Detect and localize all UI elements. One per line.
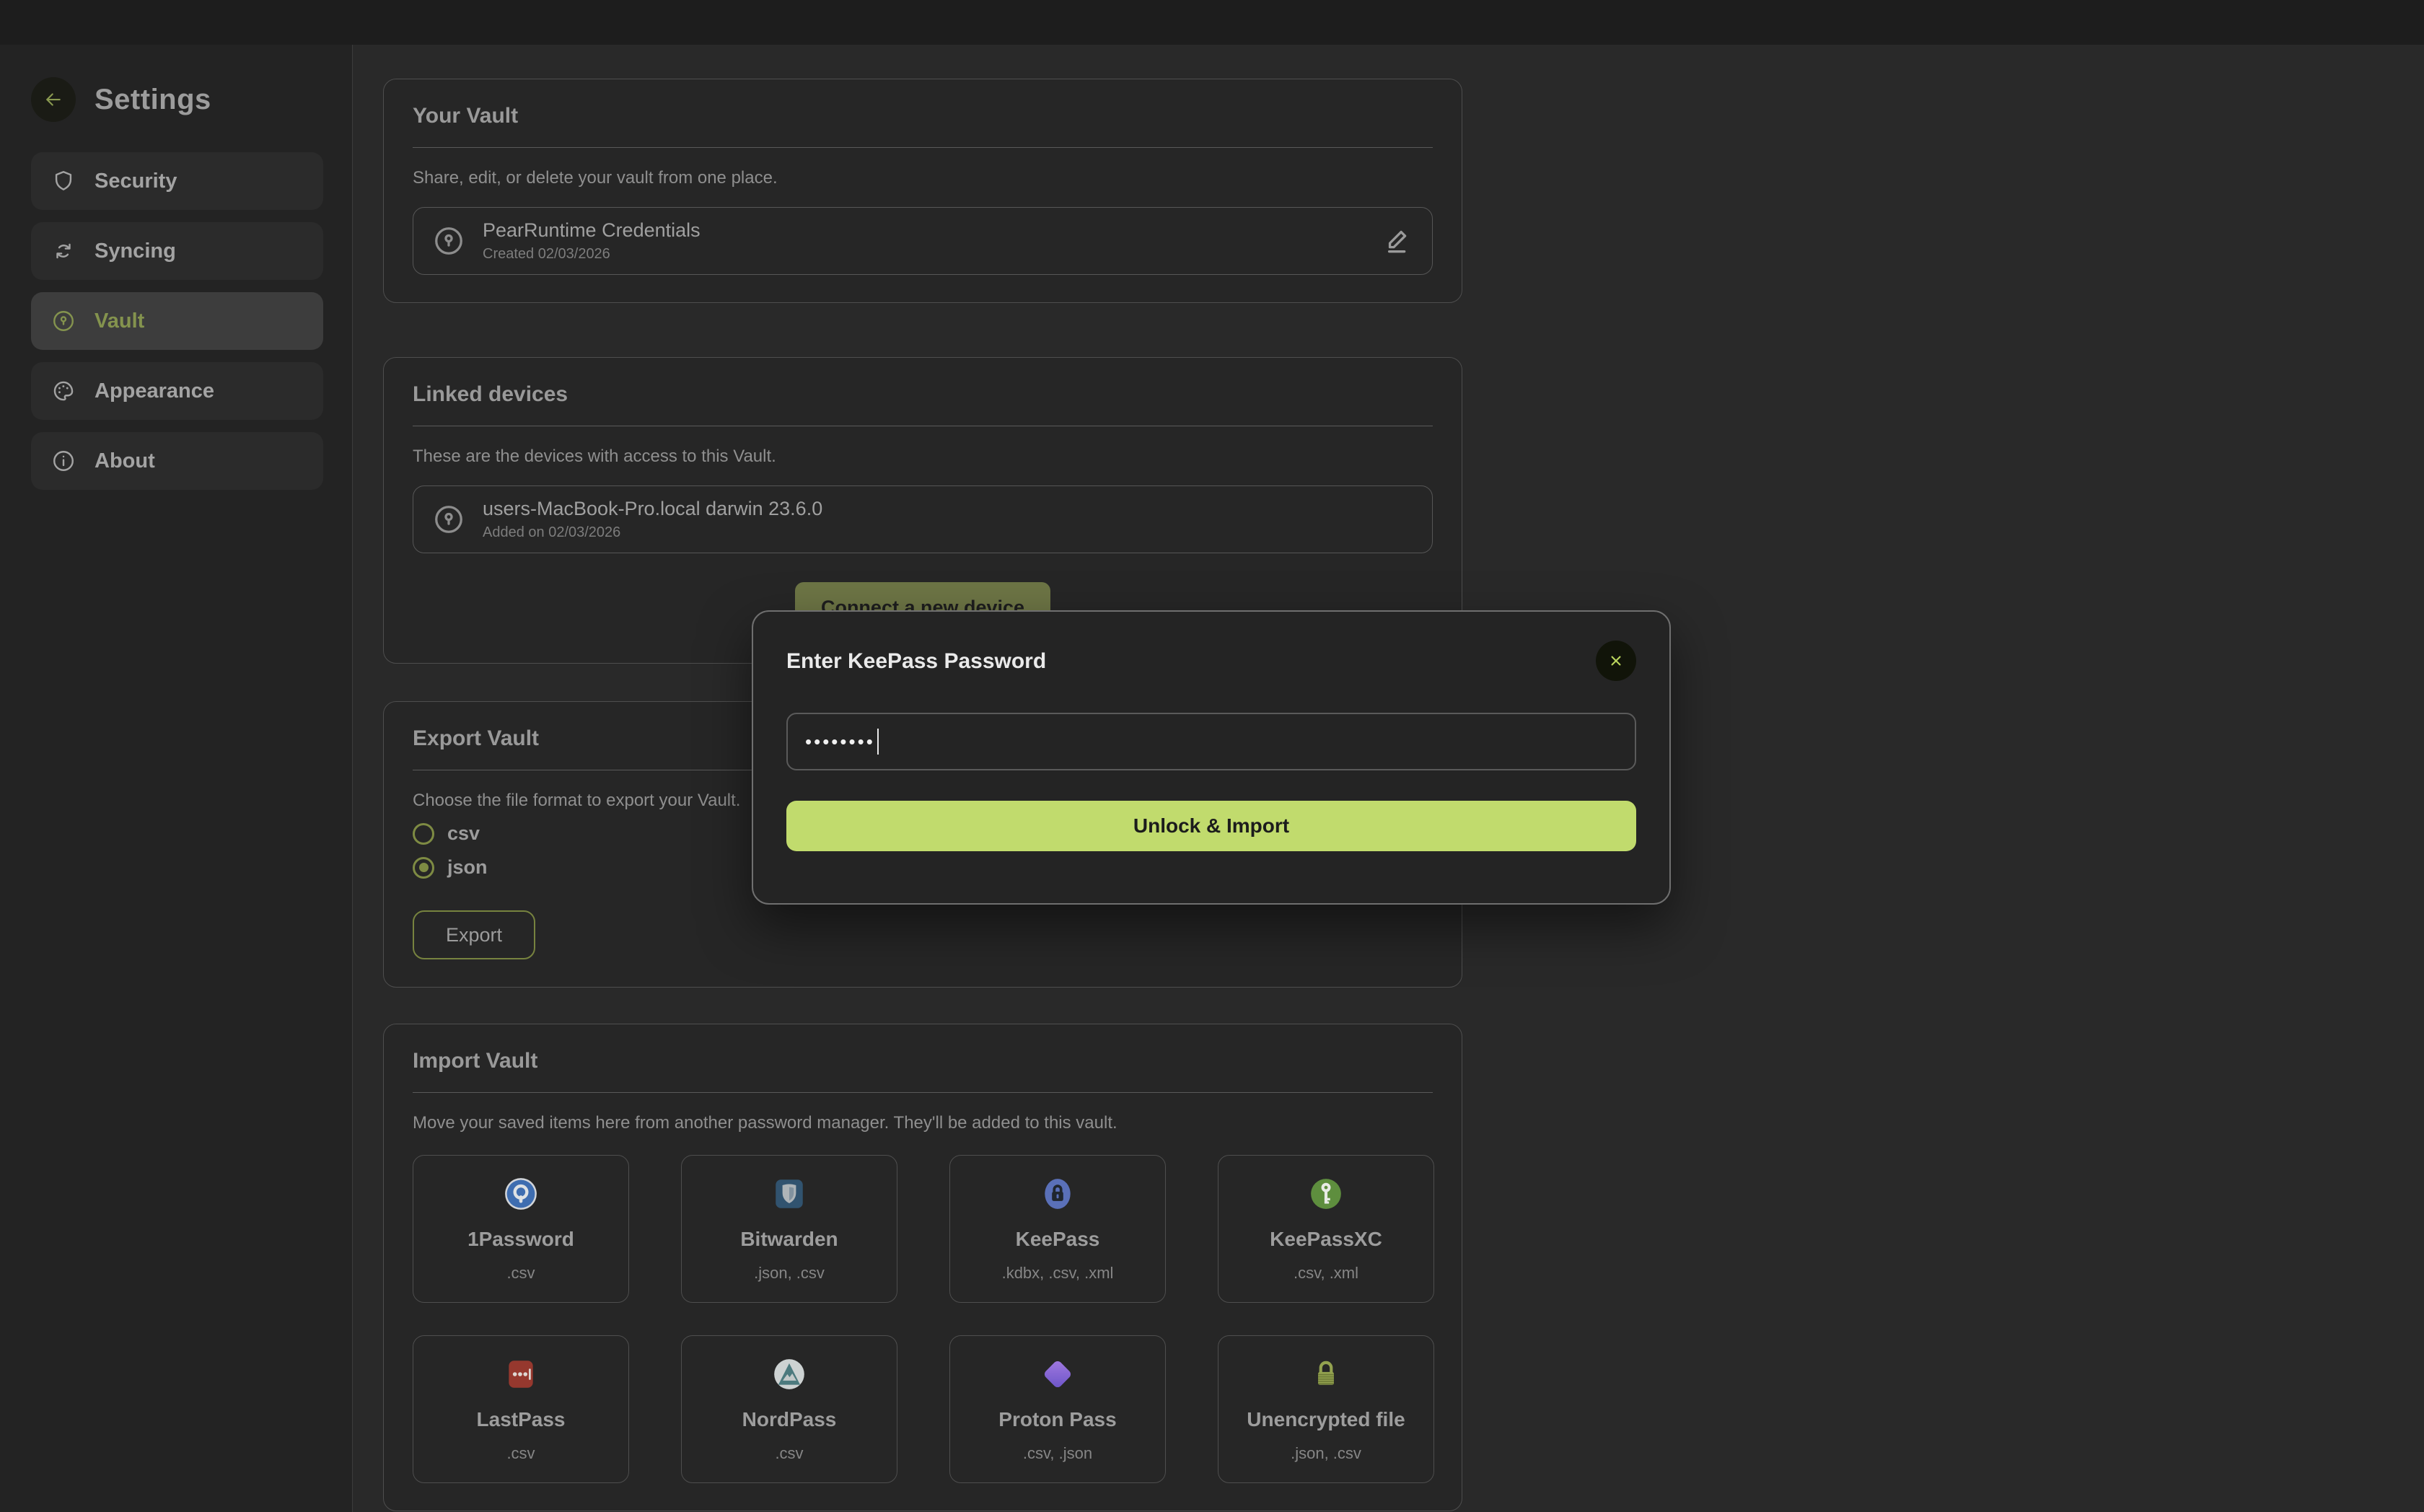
tile-name: Proton Pass — [998, 1408, 1116, 1431]
bitwarden-icon — [771, 1176, 807, 1212]
sidebar-item-about[interactable]: About — [31, 432, 323, 490]
tile-name: NordPass — [742, 1408, 837, 1431]
sidebar-item-appearance[interactable]: Appearance — [31, 362, 323, 420]
text-caret — [877, 729, 879, 755]
password-input[interactable]: •••••••• — [786, 713, 1636, 770]
tile-formats: .json, .csv — [1291, 1444, 1361, 1463]
tile-formats: .json, .csv — [754, 1264, 825, 1283]
close-icon — [1607, 651, 1625, 670]
sidebar-item-syncing[interactable]: Syncing — [31, 222, 323, 280]
import-tile-bitwarden[interactable]: Bitwarden .json, .csv — [681, 1155, 897, 1303]
1password-icon — [503, 1176, 539, 1212]
section-title: Linked devices — [413, 382, 1433, 407]
nordpass-icon — [771, 1356, 807, 1392]
tile-name: 1Password — [467, 1228, 574, 1251]
keepass-password-dialog: Enter KeePass Password •••••••• Unlock &… — [752, 610, 1671, 905]
key-circle-icon — [432, 224, 465, 258]
edit-vault-button[interactable] — [1382, 225, 1413, 257]
lastpass-icon — [503, 1356, 539, 1392]
export-button[interactable]: Export — [413, 910, 535, 959]
tile-formats: .csv, .json — [1023, 1444, 1092, 1463]
device-name: users-MacBook-Pro.local darwin 23.6.0 — [483, 498, 822, 520]
vault-name: PearRuntime Credentials — [483, 219, 701, 242]
import-tile-keepassxc[interactable]: KeePassXC .csv, .xml — [1218, 1155, 1434, 1303]
unlock-import-button[interactable]: Unlock & Import — [786, 801, 1636, 851]
section-description: These are the devices with access to thi… — [413, 447, 1433, 467]
divider — [413, 1092, 1433, 1093]
radio-label: csv — [447, 822, 480, 845]
device-added-date: Added on 02/03/2026 — [483, 524, 822, 541]
import-tile-unencrypted[interactable]: Unencrypted file .json, .csv — [1218, 1335, 1434, 1483]
tile-formats: .csv — [775, 1444, 803, 1463]
key-circle-icon — [432, 503, 465, 536]
protonpass-icon — [1040, 1356, 1076, 1392]
window-titlebar — [0, 0, 2424, 45]
tile-name: KeePass — [1016, 1228, 1100, 1251]
section-title: Import Vault — [413, 1049, 1433, 1073]
sidebar-item-label: Syncing — [95, 239, 176, 263]
import-source-grid: 1Password .csv Bitwarden .json, .csv — [413, 1155, 1433, 1483]
import-vault-card: Import Vault Move your saved items here … — [383, 1024, 1462, 1511]
keepass-icon — [1040, 1176, 1076, 1212]
import-tile-1password[interactable]: 1Password .csv — [413, 1155, 629, 1303]
your-vault-card: Your Vault Share, edit, or delete your v… — [383, 79, 1462, 303]
radio-label: json — [447, 856, 488, 879]
sidebar-item-label: Security — [95, 170, 177, 193]
tile-name: Bitwarden — [740, 1228, 838, 1251]
key-circle-icon — [51, 309, 76, 333]
tile-formats: .kdbx, .csv, .xml — [1002, 1264, 1114, 1283]
section-title: Your Vault — [413, 104, 1433, 128]
import-tile-protonpass[interactable]: Proton Pass .csv, .json — [949, 1335, 1166, 1483]
tile-formats: .csv — [506, 1264, 535, 1283]
sidebar-item-label: Vault — [95, 309, 144, 333]
vault-created-date: Created 02/03/2026 — [483, 246, 701, 263]
page-title: Settings — [95, 84, 211, 116]
palette-icon — [51, 379, 76, 403]
dialog-title: Enter KeePass Password — [786, 649, 1046, 674]
sidebar-item-label: Appearance — [95, 379, 214, 403]
arrow-left-icon — [41, 89, 66, 110]
import-tile-nordpass[interactable]: NordPass .csv — [681, 1335, 897, 1483]
password-masked-value: •••••••• — [805, 731, 875, 753]
info-icon — [51, 449, 76, 473]
tile-name: LastPass — [477, 1408, 566, 1431]
back-button[interactable] — [31, 77, 76, 122]
import-tile-lastpass[interactable]: LastPass .csv — [413, 1335, 629, 1483]
tile-name: KeePassXC — [1270, 1228, 1382, 1251]
sidebar-item-vault[interactable]: Vault — [31, 292, 323, 350]
app-window: Settings Security Syncing — [0, 0, 2424, 1512]
keepassxc-icon — [1308, 1176, 1344, 1212]
tile-name: Unencrypted file — [1247, 1408, 1405, 1431]
radio-unselected-icon — [413, 823, 434, 845]
sidebar-item-security[interactable]: Security — [31, 152, 323, 210]
section-description: Move your saved items here from another … — [413, 1113, 1433, 1133]
sidebar-item-label: About — [95, 449, 155, 473]
shield-icon — [51, 169, 76, 193]
radio-selected-icon — [413, 857, 434, 879]
device-row[interactable]: users-MacBook-Pro.local darwin 23.6.0 Ad… — [413, 485, 1433, 553]
divider — [413, 147, 1433, 148]
section-description: Share, edit, or delete your vault from o… — [413, 168, 1433, 188]
import-tile-keepass[interactable]: KeePass .kdbx, .csv, .xml — [949, 1155, 1166, 1303]
vault-row[interactable]: PearRuntime Credentials Created 02/03/20… — [413, 207, 1433, 275]
settings-sidebar: Settings Security Syncing — [0, 45, 353, 1512]
sync-icon — [51, 239, 76, 263]
padlock-icon — [1308, 1356, 1344, 1392]
tile-formats: .csv — [506, 1444, 535, 1463]
pencil-icon — [1382, 225, 1413, 257]
close-dialog-button[interactable] — [1596, 641, 1636, 681]
tile-formats: .csv, .xml — [1294, 1264, 1358, 1283]
